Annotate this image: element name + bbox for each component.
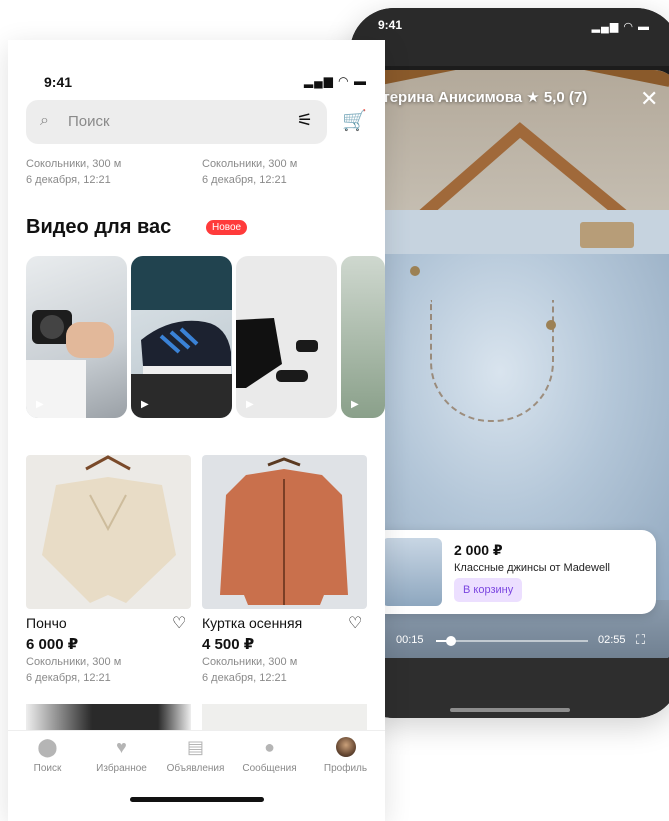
product-card[interactable]: 2 000 ₽ Классные джинсы от Madewell В ко… xyxy=(372,530,656,614)
search-icon: ⌕ xyxy=(40,112,49,129)
product-image[interactable] xyxy=(202,455,367,609)
search-dots-icon: ⬤ xyxy=(37,737,58,757)
jacket-photo xyxy=(220,457,348,605)
avatar xyxy=(335,737,356,757)
video-thumbnail[interactable]: ▶ xyxy=(236,256,337,418)
item-date: 6 декабря, 12:21 xyxy=(202,174,287,186)
fullscreen-icon[interactable]: ⛶ xyxy=(636,632,645,648)
item-date: 6 декабря, 12:21 xyxy=(26,672,111,684)
tab-bar: ⬤ Поиск ♥ Избранное ▤ Объявления ● Сообщ… xyxy=(8,730,385,821)
item-meta: Сокольники, 300 м 6 декабря, 12:21 xyxy=(26,654,121,686)
video-thumbnail[interactable]: ▶ xyxy=(131,256,232,418)
feed-screen: 9:41 ▂▄▆ ◠ ▬ ⌕ Поиск ⚟ 🛒 Сокольники, 300… xyxy=(8,40,385,821)
shoes-photo xyxy=(236,318,318,388)
product-thumbnail xyxy=(382,538,442,606)
item-location: Сокольники, 300 м xyxy=(26,158,122,170)
time-total: 02:55 xyxy=(598,634,626,646)
cart-icon[interactable]: 🛒 xyxy=(342,108,367,133)
product-price: 6 000 ₽ xyxy=(26,636,79,653)
item-date: 6 декабря, 12:21 xyxy=(202,672,287,684)
progress-track[interactable] xyxy=(436,640,588,642)
tab-label: Сообщения xyxy=(242,763,297,774)
tab-label: Поиск xyxy=(33,763,62,774)
tab-label: Избранное xyxy=(96,763,147,774)
tab-profile[interactable]: Профиль xyxy=(308,737,383,774)
camera-photo xyxy=(26,310,114,418)
videos-section-title: Видео для вас xyxy=(26,216,172,238)
time-current: 00:15 xyxy=(396,634,424,646)
video-thumbnail[interactable]: ▶ xyxy=(26,256,127,418)
play-icon: ▶ xyxy=(141,399,149,410)
tab-messages[interactable]: ● Сообщения xyxy=(232,737,307,774)
poncho-photo xyxy=(42,455,176,603)
close-icon[interactable]: ✕ xyxy=(640,86,658,112)
status-indicators-icon: ▂▄▆ ◠ ▬ xyxy=(591,21,650,33)
tab-search[interactable]: ⬤ Поиск xyxy=(10,737,85,774)
status-bar: 9:41 ▂▄▆ ◠ ▬ xyxy=(8,40,385,90)
status-indicators-icon: ▂▄▆ ◠ ▬ xyxy=(303,74,367,88)
item-location: Сокольники, 300 м xyxy=(202,656,298,668)
rivet xyxy=(546,320,556,330)
product-price: 4 500 ₽ xyxy=(202,636,255,653)
product-name[interactable]: Куртка осенняя xyxy=(202,615,302,631)
heart-icon[interactable]: ♡ xyxy=(172,613,186,633)
status-bar: 9:41 ▂▄▆ ◠ ▬ xyxy=(350,8,669,66)
item-location: Сокольники, 300 м xyxy=(26,656,122,668)
search-placeholder: Поиск xyxy=(68,113,110,130)
product-name[interactable]: Пончо xyxy=(26,615,67,631)
tab-label: Объявления xyxy=(166,763,225,774)
tab-listings[interactable]: ▤ Объявления xyxy=(158,737,233,774)
video-player-screen: 9:41 ▂▄▆ ◠ ▬ атерина Анисимова ★ 5,0 (7)… xyxy=(350,8,669,718)
item-meta: Сокольники, 300 м 6 декабря, 12:21 xyxy=(202,654,297,686)
new-badge: Новое xyxy=(206,220,248,235)
heart-icon: ♥ xyxy=(116,737,127,757)
brand-patch xyxy=(580,222,634,248)
item-meta: Сокольники, 300 м 6 декабря, 12:21 xyxy=(26,156,121,188)
seller-name[interactable]: атерина Анисимова ★ 5,0 (7) xyxy=(374,88,587,106)
home-indicator xyxy=(130,797,264,802)
play-icon: ▶ xyxy=(246,399,254,410)
item-location: Сокольники, 300 м xyxy=(202,158,298,170)
item-date: 6 декабря, 12:21 xyxy=(26,174,111,186)
video-thumbnail[interactable]: ▶ xyxy=(341,256,385,418)
product-price: 2 000 ₽ xyxy=(454,542,503,558)
jeans-pocket xyxy=(430,300,554,422)
tab-label: Профиль xyxy=(323,763,368,774)
sneaker-photo xyxy=(131,256,232,418)
home-indicator xyxy=(450,708,570,712)
tab-favorites[interactable]: ♥ Избранное xyxy=(84,737,159,774)
add-to-cart-button[interactable]: В корзину xyxy=(454,578,523,602)
search-bar[interactable]: ⌕ Поиск ⚟ xyxy=(26,100,327,144)
product-title: Классные джинсы от Madewell xyxy=(454,562,610,574)
play-icon: ▶ xyxy=(36,399,44,410)
chat-bubble-icon: ● xyxy=(264,737,275,757)
filter-icon[interactable]: ⚟ xyxy=(297,110,313,131)
play-icon: ▶ xyxy=(351,399,359,410)
heart-icon[interactable]: ♡ xyxy=(348,613,362,633)
item-meta: Сокольники, 300 м 6 декабря, 12:21 xyxy=(202,156,297,188)
rivet xyxy=(410,266,420,276)
product-image[interactable] xyxy=(26,455,191,609)
status-time: 9:41 xyxy=(44,74,73,90)
listings-icon: ▤ xyxy=(186,737,204,757)
status-time: 9:41 xyxy=(378,18,403,32)
